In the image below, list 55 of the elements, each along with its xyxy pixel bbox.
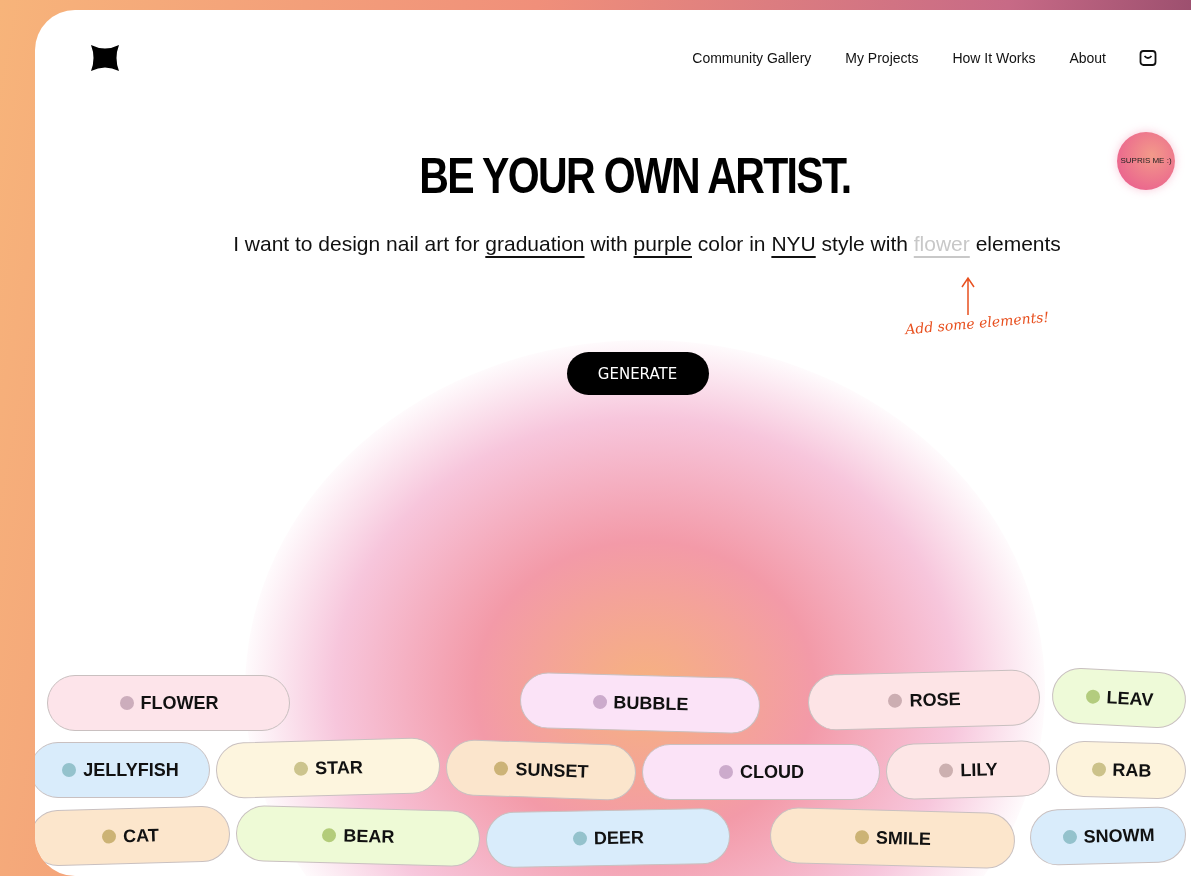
circle-icon <box>1061 828 1078 846</box>
prompt-text: color in <box>697 232 766 255</box>
circle-icon <box>1090 761 1107 778</box>
prompt-text: I want to design nail art for <box>233 232 480 255</box>
generate-button[interactable]: GENERATE <box>566 352 709 395</box>
circle-icon <box>938 762 955 779</box>
circle-icon <box>118 695 135 711</box>
circle-icon <box>292 760 310 777</box>
circle-icon <box>853 829 871 846</box>
element-chip[interactable]: FLOWER <box>47 675 290 731</box>
circle-icon <box>493 760 510 777</box>
element-chip[interactable]: STAR <box>215 737 441 799</box>
nav-link[interactable]: Community Gallery <box>692 50 812 66</box>
chip-label: SMILE <box>875 827 932 850</box>
chip-label: SNOWM <box>1083 824 1155 848</box>
prompt-text: with <box>590 232 628 255</box>
keyword-field[interactable]: graduation <box>485 232 585 255</box>
chip-label: CAT <box>122 824 160 847</box>
element-chip[interactable]: CLOUD <box>642 744 880 800</box>
nav-link[interactable]: My Projects <box>845 50 919 66</box>
element-chip[interactable]: JELLYFISH <box>35 742 210 798</box>
chip-label: BEAR <box>343 825 395 848</box>
chip-label: JELLYFISH <box>83 759 179 781</box>
nav-link[interactable]: About <box>1069 50 1106 66</box>
element-chip[interactable]: CAT <box>35 805 231 867</box>
arrow-icon <box>960 276 976 316</box>
hint-text: Add some elements! <box>904 308 1050 338</box>
element-chip[interactable]: RAB <box>1055 740 1187 800</box>
circle-icon <box>718 764 734 780</box>
circle-icon <box>61 762 78 778</box>
chip-label: RAB <box>1112 759 1152 782</box>
element-chip[interactable]: SNOWM <box>1029 805 1187 867</box>
chip-label: BUBBLE <box>613 691 689 715</box>
circle-icon <box>1084 688 1102 706</box>
circle-icon <box>321 827 338 844</box>
surprise-button[interactable]: SUPRIS ME :) <box>1117 132 1175 190</box>
nav-link[interactable]: How It Works <box>952 50 1036 66</box>
chip-label: ROSE <box>909 688 961 711</box>
keyword-field[interactable]: NYU <box>771 232 816 255</box>
cart-icon[interactable] <box>1138 48 1158 68</box>
chip-label: LEAV <box>1106 686 1154 711</box>
keyword-field[interactable]: purple <box>633 232 692 255</box>
chip-label: CLOUD <box>740 761 804 783</box>
prompt-text: style with <box>821 232 908 255</box>
circle-icon <box>571 830 589 847</box>
chip-label: DEER <box>593 826 645 849</box>
logo-icon[interactable] <box>90 44 120 72</box>
prompt-text: elements <box>975 232 1061 255</box>
chip-label: SUNSET <box>515 758 589 783</box>
chip-label: STAR <box>314 756 364 779</box>
circle-icon <box>887 692 904 709</box>
circle-icon <box>100 828 118 845</box>
chip-label: LILY <box>960 758 998 781</box>
circle-icon <box>591 693 608 711</box>
chip-label: FLOWER <box>140 692 219 714</box>
